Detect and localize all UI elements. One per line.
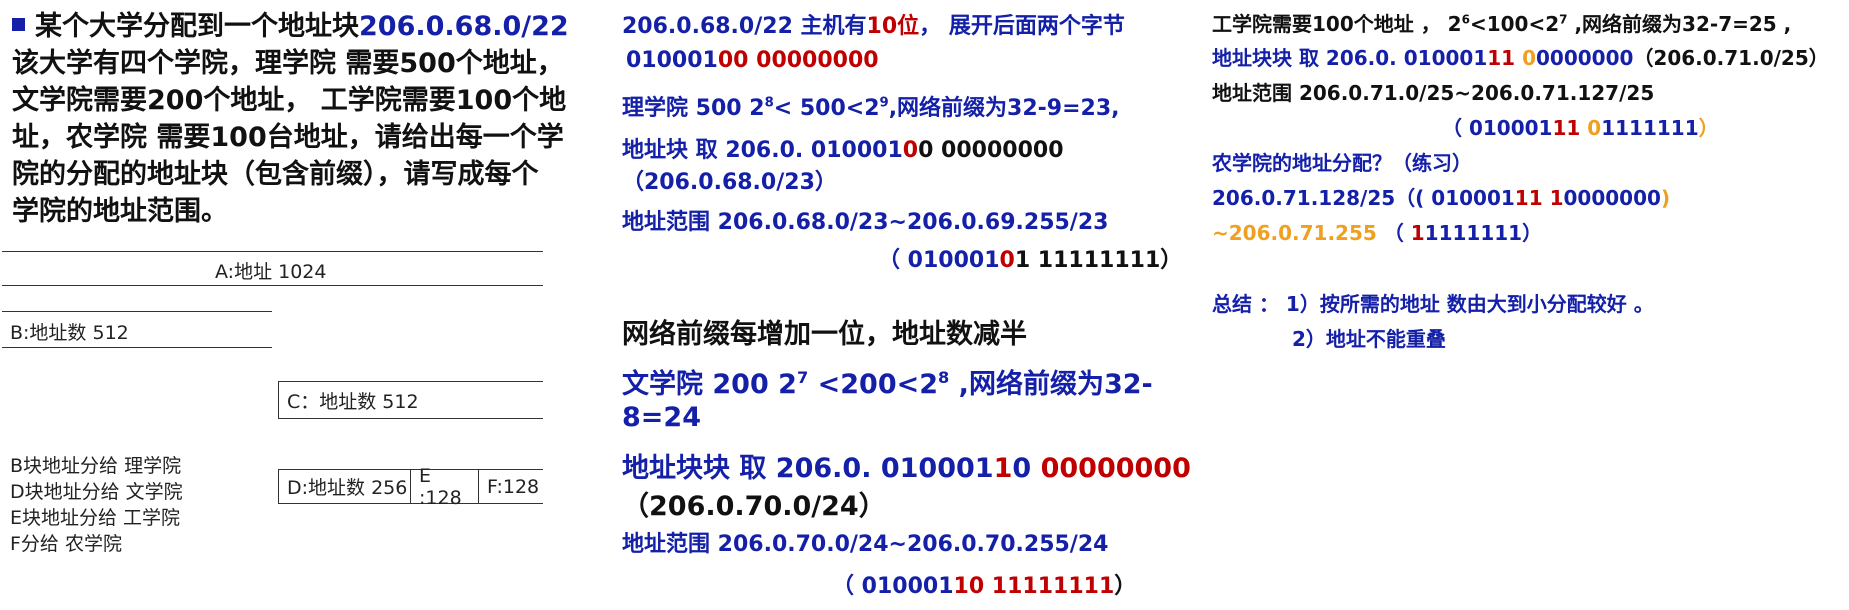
block-f-label: F:128 (487, 475, 540, 498)
note-f: F分给 农学院 (10, 533, 122, 555)
right-line-4: （ 01000111 01111111） (1442, 116, 1719, 140)
block-a-top-line (2, 251, 543, 252)
mid-line-4: 地址块 取 206.0. 01000100 00000000 (622, 138, 1064, 163)
mid-h-line-6: 地址范围 206.0.70.0/24~206.0.70.255/24 (622, 532, 1109, 557)
block-b-bottom-line (2, 347, 272, 348)
mid-h-line-2: 文学院 200 27 <200<28 ,网络前缀为32- (622, 368, 1153, 400)
block-f: F:128 (479, 470, 543, 503)
problem-line-1: 某个大学分配到一个地址块206.0.68.0/22 (12, 8, 569, 45)
block-a-label: A:地址 1024 (215, 261, 327, 283)
right-line-2: 地址块块 取 206.0. 01000111 00000000（206.0.71… (1212, 46, 1829, 70)
summary-line-2: 2）地址不能重叠 (1292, 327, 1446, 351)
mid-line-1: 206.0.68.0/22 主机有10位， 展开后面两个字节 (622, 14, 1125, 39)
block-b-label: B:地址数 512 (10, 322, 129, 344)
problem-line-5: 院的分配的地址块（包含前缀），请写成每个 (12, 159, 539, 190)
problem-line-3: 文学院需要200个地址， 工学院需要100个地 (12, 85, 567, 116)
block-c: C：地址数 512 (278, 381, 543, 419)
block-a-bottom-line (2, 285, 543, 286)
mid-line-7: （ 01000101 11111111） (878, 248, 1183, 273)
block-b-top-line (2, 311, 272, 312)
block-def: D:地址数 256 E :128 F:128 (278, 465, 543, 509)
note-d: D块地址分给 文学院 (10, 481, 183, 503)
right-line-3: 地址范围 206.0.71.0/25~206.0.71.127/25 (1212, 81, 1655, 105)
right-line-1: 工学院需要100个地址 ， 26<100<27 ,网络前缀为32-7=25 , (1212, 12, 1792, 36)
mid-h-line-4: 地址块块 取 206.0. 01000110 00000000 (622, 453, 1191, 484)
problem-line-6: 学院的地址范围。 (12, 196, 228, 227)
right-line-7: ~206.0.71.255 （ 11111111） (1212, 221, 1543, 245)
mid-line-6: 地址范围 206.0.68.0/23~206.0.69.255/23 (622, 210, 1109, 235)
block-d-label: D:地址数 256 (287, 477, 408, 499)
bullet-square-icon (12, 18, 25, 31)
summary-line-1: 总结 ： 1）按所需的地址 数由大到小分配较好 。 (1212, 292, 1654, 316)
block-e: E :128 (411, 465, 479, 509)
mid-h-line-5: （206.0.70.0/24） (622, 491, 886, 522)
block-d: D:地址数 256 (279, 470, 411, 503)
note-e: E块地址分给 工学院 (10, 507, 181, 529)
mid-h-line-3: 8=24 (622, 402, 701, 433)
mid-heading-rule: 网络前缀每增加一位，地址数减半 (622, 319, 1027, 350)
note-b: B块地址分给 理学院 (10, 455, 182, 477)
mid-line-5: （206.0.68.0/23） (622, 170, 837, 195)
mid-line-2: 01000100 00000000 (626, 48, 879, 73)
problem-line-2: 该大学有四个学院，理学院 需要500个地址， (12, 48, 564, 79)
block-e-label: E :128 (419, 464, 462, 509)
mid-line-3: 理学院 500 28< 500<29,网络前缀为32-9=23, (622, 95, 1120, 121)
right-line-6: 206.0.71.128/25（( 01000111 10000000) (1212, 186, 1671, 210)
block-c-label: C：地址数 512 (287, 390, 419, 413)
right-line-5: 农学院的地址分配？（练习） (1212, 151, 1472, 175)
problem-line-4: 址，农学院 需要100台地址，请给出每一个学 (12, 122, 564, 153)
mid-h-line-7: （ 01000110 11111111） (832, 574, 1137, 599)
